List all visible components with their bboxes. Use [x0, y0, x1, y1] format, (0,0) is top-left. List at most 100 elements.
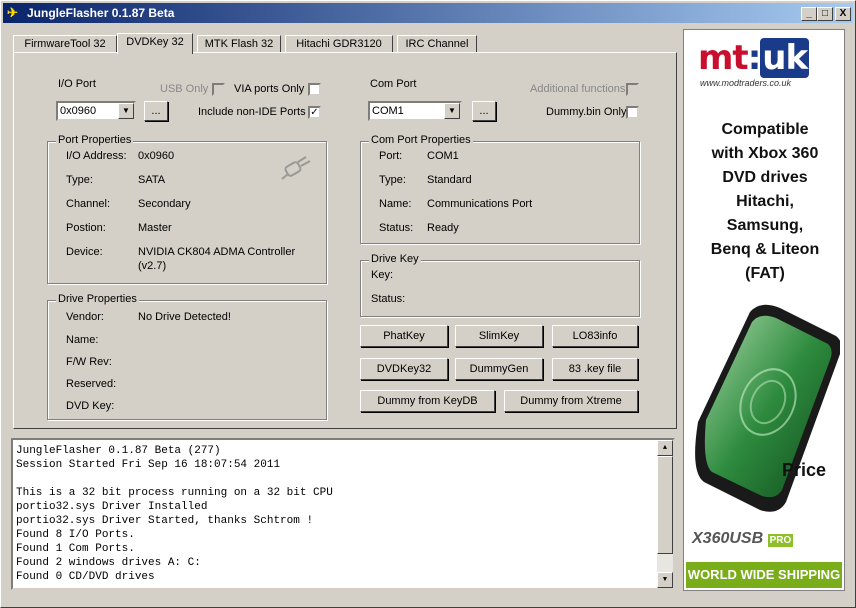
- com-port-label: Com Port: [370, 78, 417, 90]
- app-icon: ✈: [7, 5, 18, 20]
- io-address-label: I/O Address:: [66, 150, 127, 162]
- scroll-thumb[interactable]: [657, 456, 673, 554]
- ad-description: Compatible with Xbox 360 DVD drives Hita…: [710, 121, 820, 282]
- drive-properties-group: Drive Properties Vendor: No Drive Detect…: [47, 293, 327, 420]
- via-ports-only-checkbox[interactable]: [308, 83, 321, 96]
- vendor-label: Vendor:: [66, 311, 104, 323]
- log-line: portio32.sys Driver Installed: [16, 501, 208, 513]
- via-ports-only-label: VIA ports Only: [234, 83, 305, 95]
- scroll-down-icon[interactable]: ▼: [657, 572, 673, 588]
- status-label: Status:: [371, 293, 406, 305]
- chevron-down-icon[interactable]: ▼: [118, 103, 134, 119]
- main-window: ✈ JungleFlasher 0.1.87 Beta _ □ X Firmwa…: [0, 0, 856, 608]
- log-line: Found 0 CD/DVD drives: [16, 571, 155, 583]
- dummy-from-xtreme-button[interactable]: Dummy from Xtreme: [504, 390, 638, 412]
- tab-firmwaretool[interactable]: FirmwareTool 32: [13, 35, 117, 53]
- tab-hitachi[interactable]: Hitachi GDR3120: [285, 35, 393, 53]
- advertisement-banner[interactable]: mt:uk www.modtraders.co.uk Compatible wi…: [683, 29, 845, 591]
- additional-functions-checkbox[interactable]: [626, 83, 639, 96]
- com-port-row-label: Port:: [379, 150, 403, 162]
- close-button[interactable]: X: [835, 7, 851, 21]
- tab-irc-channel[interactable]: IRC Channel: [397, 35, 477, 53]
- fw-rev-label: F/W Rev:: [66, 356, 112, 368]
- include-non-ide-checkbox[interactable]: ✓: [308, 106, 321, 119]
- usb-only-checkbox[interactable]: [212, 83, 225, 96]
- ad-price: Price: [782, 460, 827, 480]
- log-scrollbar[interactable]: ▲ ▼: [657, 440, 673, 588]
- log-output[interactable]: JungleFlasher 0.1.87 Beta (277) Session …: [11, 438, 675, 590]
- io-address-value: 0x0960: [138, 150, 175, 162]
- io-port-value: 0x0960: [60, 105, 97, 117]
- log-line: Found 8 I/O Ports.: [16, 529, 135, 541]
- title-bar[interactable]: ✈ JungleFlasher 0.1.87 Beta _ □ X: [3, 3, 853, 23]
- x360usb-logo: X360USB PRO: [692, 530, 794, 547]
- vendor-value: No Drive Detected!: [138, 311, 231, 323]
- dummy-only-label: Dummy.bin Only: [546, 106, 627, 118]
- com-port-value: COM1: [372, 105, 404, 117]
- io-port-select[interactable]: 0x0960 ▼: [56, 101, 136, 121]
- channel-label: Channel:: [66, 198, 111, 210]
- port-properties-title: Port Properties: [56, 134, 134, 146]
- dvd-key-label: DVD Key:: [66, 400, 115, 412]
- drive-key-group: Drive Key Key: Status:: [360, 253, 640, 317]
- dvdkey32-button[interactable]: DVDKey32: [360, 358, 448, 380]
- type-label: Type:: [66, 174, 93, 186]
- slimkey-button[interactable]: SlimKey: [455, 325, 543, 347]
- com-port-select[interactable]: COM1 ▼: [368, 101, 462, 121]
- minimize-button[interactable]: _: [801, 7, 817, 21]
- device-label: Device:: [66, 246, 103, 258]
- tab-mtk-flash[interactable]: MTK Flash 32: [197, 35, 281, 53]
- drive-properties-title: Drive Properties: [56, 293, 139, 305]
- position-value: Master: [138, 222, 172, 234]
- com-status-label: Status:: [379, 222, 414, 234]
- com-type-value: Standard: [427, 174, 472, 186]
- com-properties-title: Com Port Properties: [369, 134, 473, 146]
- com-name-label: Name:: [379, 198, 412, 210]
- tab-dvdkey[interactable]: DVDKey 32: [117, 33, 193, 54]
- drive-key-title: Drive Key: [369, 253, 421, 265]
- port-properties-group: Port Properties I/O Address: 0x0960 Type…: [47, 134, 327, 284]
- ad-url: www.modtraders.co.uk: [700, 78, 792, 88]
- additional-functions-label: Additional functions: [530, 83, 626, 95]
- reserved-label: Reserved:: [66, 378, 117, 390]
- io-port-label: I/O Port: [58, 78, 96, 90]
- usb-only-label: USB Only: [160, 83, 209, 95]
- device-version: (v2.7): [138, 260, 167, 272]
- position-label: Postion:: [66, 222, 106, 234]
- com-properties-group: Com Port Properties Port: COM1 Type: Sta…: [360, 134, 640, 244]
- scroll-up-icon[interactable]: ▲: [657, 440, 673, 456]
- device-value: NVIDIA CK804 ADMA Controller: [138, 246, 296, 258]
- key-label: Key:: [371, 269, 394, 281]
- log-line: portio32.sys Driver Started, thanks Scht…: [16, 515, 314, 527]
- usb-device-image: [695, 304, 840, 512]
- com-name-value: Communications Port: [427, 198, 533, 210]
- lo83info-button[interactable]: LO83info: [552, 325, 638, 347]
- log-line: Session Started Fri Sep 16 18:07:54 2011: [16, 459, 281, 471]
- window-title: JungleFlasher 0.1.87 Beta: [27, 6, 175, 20]
- plug-icon: [281, 156, 311, 180]
- key83-file-button[interactable]: 83 .key file: [552, 358, 638, 380]
- dummygen-button[interactable]: DummyGen: [455, 358, 543, 380]
- name-label: Name:: [66, 334, 99, 346]
- chevron-down-icon[interactable]: ▼: [444, 103, 460, 119]
- maximize-button[interactable]: □: [817, 7, 833, 21]
- dvdkey-panel: I/O Port USB Only VIA ports Only 0x0960 …: [13, 52, 677, 429]
- type-value: SATA: [138, 174, 166, 186]
- com-browse-button[interactable]: ...: [472, 101, 496, 121]
- log-line: This is a 32 bit process running on a 32…: [16, 487, 333, 499]
- worldwide-shipping-banner: WORLD WIDE SHIPPING: [686, 562, 842, 588]
- com-port-row-value: COM1: [427, 150, 459, 162]
- modtraders-logo: mt:uk: [698, 38, 810, 78]
- log-line: Found 1 Com Ports.: [16, 543, 135, 555]
- dummy-only-checkbox[interactable]: [626, 106, 639, 119]
- log-line: Found 2 windows drives A: C:: [16, 557, 201, 569]
- com-status-value: Ready: [427, 222, 459, 234]
- io-browse-button[interactable]: ...: [144, 101, 168, 121]
- com-type-label: Type:: [379, 174, 406, 186]
- dummy-from-keydb-button[interactable]: Dummy from KeyDB: [360, 390, 495, 412]
- log-line: JungleFlasher 0.1.87 Beta (277): [16, 445, 221, 457]
- phatkey-button[interactable]: PhatKey: [360, 325, 448, 347]
- include-non-ide-label: Include non-IDE Ports: [198, 106, 306, 118]
- channel-value: Secondary: [138, 198, 191, 210]
